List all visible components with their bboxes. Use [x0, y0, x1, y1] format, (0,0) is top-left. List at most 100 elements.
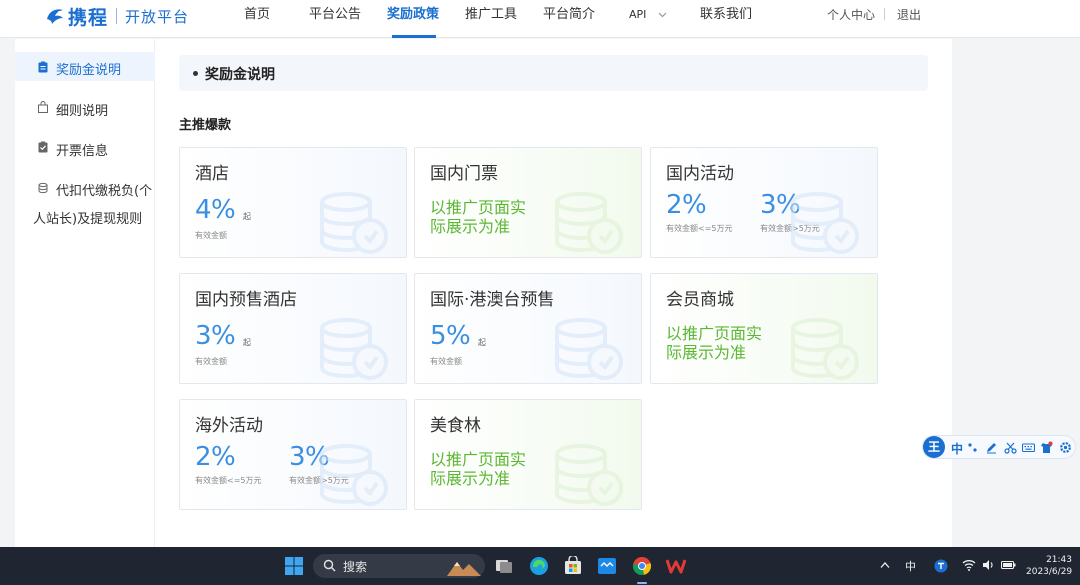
search-highlight-image	[447, 562, 481, 576]
reward-card-overseas-activities: 海外活动 2% 有效金额<=5万元 3% 有效金额>5万元	[179, 399, 407, 510]
bullet-dot	[193, 71, 198, 76]
promo-note-line1: 以推广页面实	[430, 198, 527, 217]
card-title: 酒店	[195, 164, 229, 184]
chrome-browser-icon[interactable]	[632, 556, 652, 576]
promo-note-line1: 以推广页面实	[666, 324, 763, 343]
nav-contact[interactable]: 联系我们	[700, 6, 752, 26]
commission-rate: 3%	[195, 321, 236, 351]
card-title: 国内门票	[430, 164, 498, 184]
scissors-icon[interactable]	[1004, 441, 1017, 454]
keyboard-icon[interactable]	[1022, 441, 1035, 454]
windows-start-icon[interactable]	[284, 556, 304, 576]
coins-watermark-icon	[320, 192, 388, 254]
text-editor-app-icon[interactable]	[597, 556, 617, 576]
edge-browser-icon[interactable]	[529, 556, 549, 576]
promo-note: 以推广页面实 际展示为准	[430, 450, 550, 488]
commission-rate: 4%	[195, 195, 236, 225]
ctrip-logo[interactable]: 携程 开放平台	[44, 4, 190, 29]
ime-toolbar[interactable]: 王 中	[922, 435, 1076, 459]
clipboard-check-icon	[38, 141, 48, 153]
dolphin-logo-icon	[44, 5, 66, 27]
volume-icon[interactable]	[982, 559, 995, 571]
nav-api[interactable]: API	[629, 6, 667, 26]
windows-taskbar: 搜索 中 21:43 2023/6/29	[0, 547, 1080, 585]
sidebar-item-label: 开票信息	[56, 144, 109, 159]
system-clock[interactable]: 21:43 2023/6/29	[1026, 554, 1072, 578]
rate-description: 有效金额	[195, 231, 227, 240]
sidebar: 奖励金说明 细则说明 开票信息 代扣代缴税负(个 人站长)及提现规则	[15, 39, 155, 547]
chevron-up-icon[interactable]	[880, 561, 890, 569]
header-divider	[884, 8, 885, 20]
card-title: 美食林	[430, 416, 481, 436]
rate-suffix: 起	[243, 338, 251, 347]
sidebar-item-label-line2: 人站长)及提现规则	[33, 212, 143, 227]
clock-date: 2023/6/29	[1026, 567, 1073, 577]
pen-icon[interactable]	[985, 441, 998, 454]
sidebar-item-reward-desc[interactable]: 奖励金说明	[15, 52, 155, 81]
battery-icon[interactable]	[1001, 559, 1016, 571]
ime-mode-toggle[interactable]: 中	[951, 440, 963, 457]
promo-note: 以推广页面实 际展示为准	[666, 324, 786, 362]
nav-announcements[interactable]: 平台公告	[309, 6, 361, 26]
nav-reward-policy[interactable]: 奖励政策	[387, 6, 439, 26]
card-title: 国内预售酒店	[195, 290, 297, 310]
coins-watermark-icon	[555, 444, 623, 506]
active-app-indicator	[637, 582, 647, 584]
shopping-bag-icon	[38, 101, 48, 113]
input-method-indicator[interactable]: 中	[905, 558, 916, 574]
task-view-icon[interactable]	[494, 556, 514, 576]
taskbar-search-box[interactable]: 搜索	[313, 554, 485, 578]
card-title: 海外活动	[195, 416, 263, 436]
gear-icon[interactable]	[1059, 441, 1072, 454]
card-title: 国际·港澳台预售	[430, 290, 555, 310]
coins-watermark-icon	[555, 192, 623, 254]
nav-home[interactable]: 首页	[244, 6, 270, 26]
microsoft-store-icon[interactable]	[563, 556, 583, 576]
commission-rate-tier1: 2%	[195, 442, 236, 472]
sidebar-item-invoice[interactable]: 开票信息	[15, 136, 155, 160]
skin-shirt-icon[interactable]	[1040, 441, 1053, 454]
punctuation-icon[interactable]	[967, 441, 980, 454]
sidebar-item-rules[interactable]: 细则说明	[15, 96, 155, 120]
reward-card-food: 美食林 以推广页面实 际展示为准	[414, 399, 642, 510]
promo-note-line2: 际展示为准	[430, 217, 511, 236]
card-title: 会员商城	[666, 290, 734, 310]
featured-subtitle: 主推爆款	[179, 118, 232, 133]
main-content: 奖励金说明 主推爆款 酒店 4% 起 有效金额 国内门票 以推广页面实 际展示为…	[155, 39, 952, 547]
reward-card-domestic-activities: 国内活动 2% 有效金额<=5万元 3% 有效金额>5万元	[650, 147, 878, 258]
wifi-icon[interactable]	[962, 559, 976, 571]
sidebar-item-tax-rules[interactable]: 代扣代缴税负(个 人站长)及提现规则	[15, 177, 155, 229]
top-header: 携程 开放平台 首页 平台公告 奖励政策 推广工具 平台简介 API 联系我们 …	[0, 0, 1080, 38]
coins-watermark-icon	[555, 318, 623, 380]
rate-suffix: 起	[243, 212, 251, 221]
user-center-link[interactable]: 个人中心	[827, 6, 875, 23]
promo-note-line1: 以推广页面实	[430, 450, 527, 469]
nav-platform-intro[interactable]: 平台简介	[543, 6, 595, 26]
card-title: 国内活动	[666, 164, 734, 184]
active-tab-indicator	[392, 35, 436, 38]
search-placeholder: 搜索	[343, 560, 368, 574]
sidebar-item-label-line1: 代扣代缴税负(个	[56, 184, 153, 199]
promo-note-line2: 际展示为准	[430, 469, 511, 488]
section-header: 奖励金说明	[179, 55, 928, 91]
logout-link[interactable]: 退出	[897, 6, 921, 23]
platform-name: 开放平台	[125, 7, 190, 26]
sidebar-item-label: 奖励金说明	[56, 63, 122, 78]
wps-office-icon[interactable]	[666, 556, 686, 576]
reward-card-member-mall: 会员商城 以推广页面实 际展示为准	[650, 273, 878, 384]
nav-promo-tools[interactable]: 推广工具	[465, 6, 517, 26]
ime-logo-icon[interactable]: 王	[923, 436, 945, 458]
rate-tier1-description: 有效金额<=5万元	[666, 224, 733, 233]
reward-card-hotel: 酒店 4% 起 有效金额	[179, 147, 407, 258]
nav-api-label: API	[629, 8, 647, 21]
section-title: 奖励金说明	[205, 67, 275, 83]
rate-description: 有效金额	[195, 357, 227, 366]
rate-suffix: 起	[478, 338, 486, 347]
ime-tray-icon[interactable]	[934, 559, 948, 573]
sidebar-item-label: 细则说明	[56, 104, 109, 119]
search-icon	[323, 559, 336, 572]
coins-icon	[38, 182, 48, 194]
promo-note: 以推广页面实 际展示为准	[430, 198, 550, 236]
coins-watermark-icon	[791, 192, 859, 254]
chevron-down-icon	[658, 12, 667, 18]
